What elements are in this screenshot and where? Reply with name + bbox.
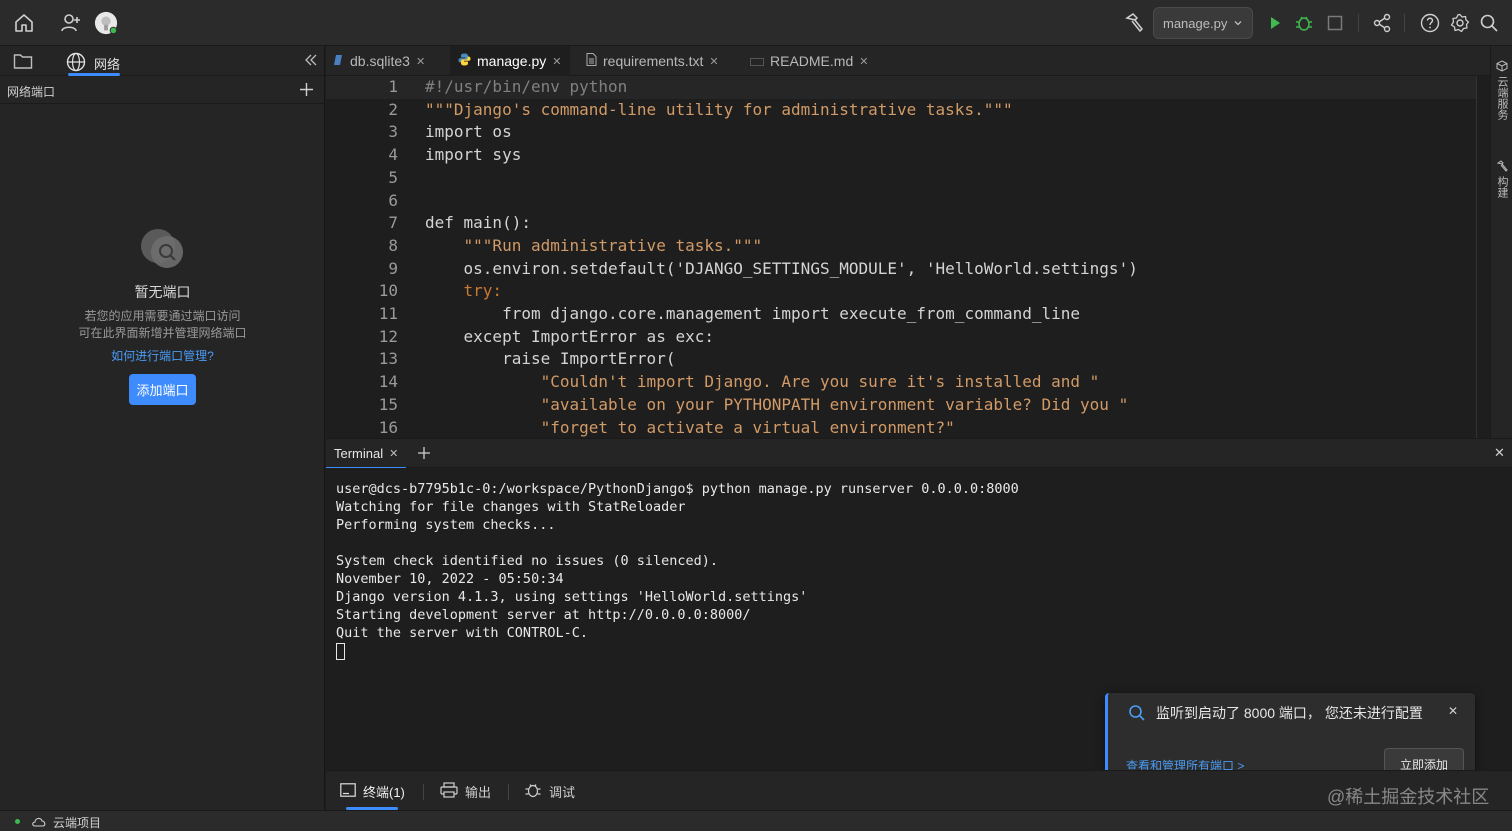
share-icon[interactable] [1370, 11, 1394, 35]
terminal-line: Watching for file changes with StatReloa… [336, 499, 686, 515]
terminal-tab-label: 终端(1) [363, 784, 405, 800]
terminal-cursor [336, 642, 345, 660]
new-terminal-icon[interactable] [417, 446, 431, 465]
tab-network-label: 网络 [94, 56, 121, 72]
cube-icon [1496, 60, 1508, 72]
close-icon[interactable]: ✕ [389, 447, 398, 460]
output-tab-label: 输出 [465, 784, 492, 800]
terminal-line: Quit the server with CONTROL-C. [336, 625, 588, 641]
bug-icon [524, 781, 542, 802]
empty-description: 若您的应用需要通过端口访问 可在此界面新增并管理网络端口 [0, 308, 325, 342]
close-panel-icon[interactable]: ✕ [1494, 445, 1505, 461]
ports-header: 网络端口 [0, 76, 324, 104]
ports-header-title: 网络端口 [7, 85, 56, 99]
markdown-file-icon [750, 53, 764, 69]
search-icon [1128, 704, 1146, 727]
divider [508, 784, 509, 800]
cloud-service-panel-toggle[interactable]: 云端服务 [1494, 60, 1510, 120]
divider [1404, 14, 1405, 32]
text-file-icon [586, 53, 597, 69]
right-rail: 云端服务 构建 [1490, 46, 1512, 438]
code-editor[interactable]: 1 #!/usr/bin/env python 2 """Django's comm… [326, 76, 1490, 438]
tab-terminal-count[interactable]: 终端(1) [340, 771, 405, 811]
tab-output[interactable]: 输出 [440, 771, 491, 811]
add-port-icon[interactable] [299, 82, 314, 100]
top-toolbar: manage.py [0, 0, 1512, 46]
tab-label: manage.py [477, 53, 547, 69]
sidebar-tabs: 网络 [0, 46, 324, 76]
home-icon[interactable] [12, 11, 36, 35]
tab-db-sqlite3[interactable]: db.sqlite3 ✕ [334, 46, 425, 76]
empty-state: 暂无端口 若您的应用需要通过端口访问 可在此界面新增并管理网络端口 如何进行端口… [0, 226, 325, 405]
close-icon[interactable]: ✕ [416, 55, 425, 68]
gear-icon[interactable] [1448, 11, 1472, 35]
divider [1358, 14, 1359, 32]
cloud-icon [31, 815, 47, 830]
collapse-icon[interactable] [304, 53, 318, 72]
search-icon[interactable] [1477, 11, 1501, 35]
hammer-icon [1496, 160, 1508, 172]
notification-message: 监听到启动了 8000 端口， 您还未进行配置 [1156, 705, 1423, 721]
tab-requirements-txt[interactable]: requirements.txt ✕ [586, 46, 719, 76]
empty-title: 暂无端口 [134, 284, 191, 300]
editor-ruler [1476, 76, 1477, 438]
editor-tabs: db.sqlite3 ✕ manage.py ✕ requirements.tx… [326, 46, 1490, 76]
terminal-header: Terminal ✕ ✕ [326, 438, 1512, 469]
run-config-label: manage.py [1163, 15, 1228, 31]
terminal-line: Performing system checks... [336, 517, 556, 533]
run-icon[interactable] [1263, 11, 1287, 35]
printer-icon [440, 781, 458, 801]
add-user-icon[interactable] [59, 11, 83, 35]
run-config-select[interactable]: manage.py [1153, 7, 1253, 39]
debug-bug-icon[interactable] [1292, 11, 1316, 35]
chevron-down-icon [1233, 16, 1243, 31]
database-file-icon [334, 53, 344, 69]
build-hammer-icon[interactable] [1122, 11, 1146, 35]
cloud-service-label: 云端服务 [1496, 76, 1508, 120]
terminal-line: Django version 4.1.3, using settings 'He… [336, 589, 808, 605]
terminal-icon [340, 782, 356, 800]
tab-debug[interactable]: 调试 [524, 771, 575, 811]
port-help-link[interactable]: 如何进行端口管理? [0, 347, 325, 364]
tab-label: requirements.txt [603, 53, 704, 69]
tab-readme-md[interactable]: README.md ✕ [750, 46, 868, 76]
tab-label: db.sqlite3 [350, 53, 410, 69]
connection-status-dot [15, 819, 20, 824]
empty-desc-line: 可在此界面新增并管理网络端口 [78, 326, 247, 340]
folder-icon[interactable] [13, 52, 33, 75]
close-icon[interactable]: ✕ [859, 55, 868, 68]
help-icon[interactable] [1418, 11, 1442, 35]
close-icon[interactable]: ✕ [552, 55, 561, 68]
tab-terminal[interactable]: Terminal ✕ [326, 439, 407, 469]
close-icon[interactable]: ✕ [1448, 704, 1458, 718]
terminal-line: Starting development server at http://0.… [336, 607, 751, 623]
build-label: 构建 [1496, 176, 1508, 198]
terminal-line: System check identified no issues (0 sil… [336, 553, 719, 569]
globe-icon [66, 52, 86, 75]
terminal-line: user@dcs-b7795b1c-0:/workspace/PythonDja… [336, 481, 1019, 497]
empty-desc-line: 若您的应用需要通过端口访问 [84, 309, 241, 323]
empty-search-icon [138, 226, 188, 272]
debug-tab-label: 调试 [549, 784, 576, 800]
build-panel-toggle[interactable]: 构建 [1494, 160, 1510, 198]
avatar[interactable] [94, 11, 118, 35]
watermark: @稀土掘金技术社区 [1327, 787, 1490, 807]
status-bar: 云端项目 [0, 810, 1512, 831]
sidebar: 网络 网络端口 暂无端口 若您的应用需要通过端口访问 可在此界面新增并管理网络端… [0, 46, 325, 810]
terminal-tab-label: Terminal [334, 445, 384, 461]
project-label[interactable]: 云端项目 [53, 814, 101, 831]
close-icon[interactable]: ✕ [709, 55, 718, 68]
tab-label: README.md [770, 53, 854, 69]
python-file-icon [458, 53, 471, 69]
divider [423, 784, 424, 800]
add-port-button[interactable]: 添加端口 [129, 374, 196, 405]
tab-manage-py[interactable]: manage.py ✕ [450, 46, 570, 76]
stop-icon[interactable] [1323, 11, 1347, 35]
terminal-line: November 10, 2022 - 05:50:34 [336, 571, 564, 587]
terminal-cursor-line [336, 642, 1512, 660]
